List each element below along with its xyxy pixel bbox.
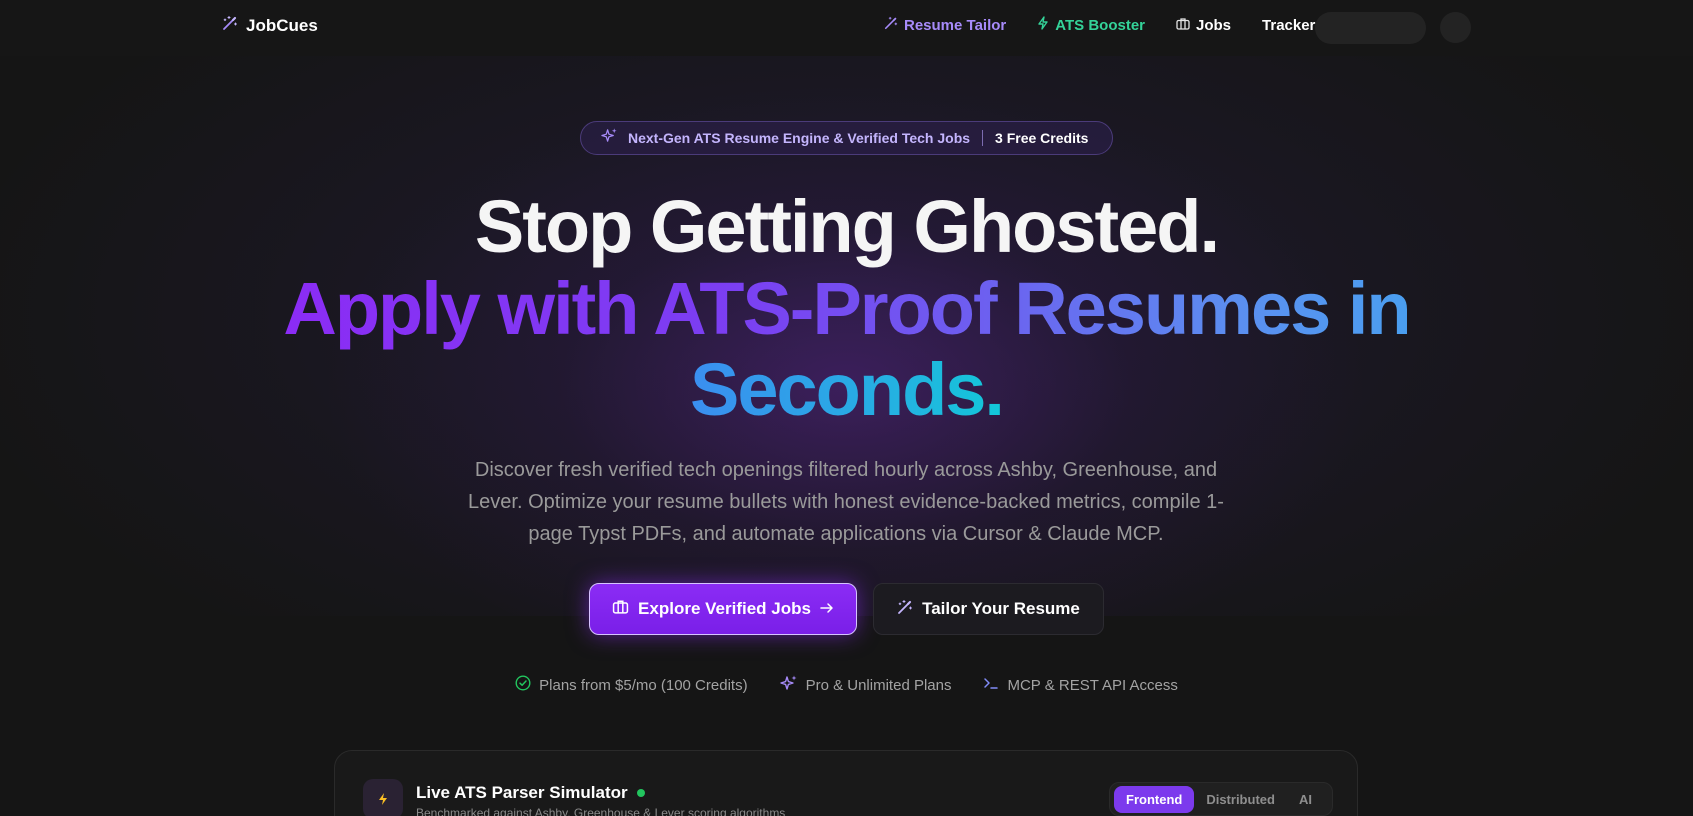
- announcement-badge: Next-Gen ATS Resume Engine & Verified Te…: [580, 121, 1113, 155]
- tab-distributed[interactable]: Distributed: [1194, 786, 1287, 813]
- brand-name: JobCues: [246, 15, 318, 35]
- button-label: Explore Verified Jobs: [638, 599, 811, 618]
- tailor-resume-button[interactable]: Tailor Your Resume: [873, 583, 1104, 635]
- ats-simulator-card: Live ATS Parser Simulator Benchmarked ag…: [334, 750, 1358, 816]
- feature-item: Pro & Unlimited Plans: [779, 674, 952, 696]
- badge-credits: 3 Free Credits: [995, 130, 1089, 146]
- feature-label: MCP & REST API Access: [1007, 676, 1178, 694]
- briefcase-icon: [612, 599, 629, 619]
- simulator-tab-group: Frontend Distributed AI: [1109, 782, 1333, 816]
- feature-item: MCP & REST API Access: [983, 674, 1178, 696]
- feature-item: Plans from $5/mo (100 Credits): [515, 674, 748, 696]
- badge-divider: [982, 130, 984, 146]
- badge-text: Next-Gen ATS Resume Engine & Verified Te…: [628, 130, 971, 146]
- nav-jobs[interactable]: Jobs: [1176, 17, 1231, 34]
- nav-tracker[interactable]: Tracker: [1262, 17, 1315, 34]
- nav-links: Resume Tailor ATS Booster Jobs Tracker: [884, 16, 1315, 34]
- hero-headline-line-1: Stop Getting Ghosted.: [474, 185, 1220, 268]
- magic-wand-icon: [222, 15, 238, 36]
- nav-link-label: Jobs: [1196, 16, 1232, 34]
- magic-wand-icon: [884, 16, 898, 34]
- sparkles-icon: [601, 127, 618, 149]
- lightning-icon: [363, 779, 403, 816]
- hero-subtext: Discover fresh verified tech openings fi…: [468, 459, 1224, 545]
- nav-link-label: Resume Tailor: [904, 16, 1007, 34]
- button-label: Tailor Your Resume: [922, 599, 1080, 618]
- nav-link-label: ATS Booster: [1055, 16, 1145, 34]
- arrow-right-icon: [820, 599, 834, 619]
- brand-logo[interactable]: JobCues: [222, 15, 318, 36]
- feature-list: Plans from $5/mo (100 Credits) Pro & Unl…: [0, 674, 1693, 696]
- nav-link-label: Tracker: [1262, 16, 1316, 34]
- tab-frontend[interactable]: Frontend: [1114, 785, 1195, 813]
- avatar[interactable]: [1440, 12, 1471, 43]
- lightning-icon: [1037, 16, 1049, 34]
- simulator-title: Live ATS Parser Simulator: [416, 783, 645, 803]
- nav-ats-booster[interactable]: ATS Booster: [1037, 16, 1145, 34]
- feature-label: Plans from $5/mo (100 Credits): [539, 676, 748, 694]
- simulator-title-text: Live ATS Parser Simulator: [416, 783, 628, 802]
- account-button-placeholder[interactable]: [1315, 12, 1426, 44]
- hero-gradient-text: Seconds.: [690, 348, 1005, 431]
- top-navigation: JobCues Resume Tailor ATS Booster Jobs T…: [0, 0, 1693, 56]
- sparkles-icon: [779, 674, 798, 696]
- terminal-icon: [983, 676, 999, 694]
- nav-resume-tailor[interactable]: Resume Tailor: [884, 16, 1006, 34]
- tab-ai[interactable]: AI: [1287, 786, 1324, 813]
- explore-jobs-button[interactable]: Explore Verified Jobs: [589, 583, 857, 635]
- live-status-dot: [636, 789, 645, 797]
- briefcase-icon: [1176, 17, 1190, 34]
- hero-headline-line-2: Apply with ATS-Proof Resumes in: [0, 272, 1693, 346]
- hero-gradient-text: Apply with ATS-Proof Resumes in: [283, 267, 1411, 350]
- hero-headline-line-3: Seconds.: [0, 353, 1693, 427]
- feature-label: Pro & Unlimited Plans: [805, 676, 952, 694]
- simulator-subtitle: Benchmarked against Ashby, Greenhouse & …: [416, 806, 786, 816]
- check-circle-icon: [515, 675, 531, 695]
- magic-wand-icon: [897, 599, 913, 620]
